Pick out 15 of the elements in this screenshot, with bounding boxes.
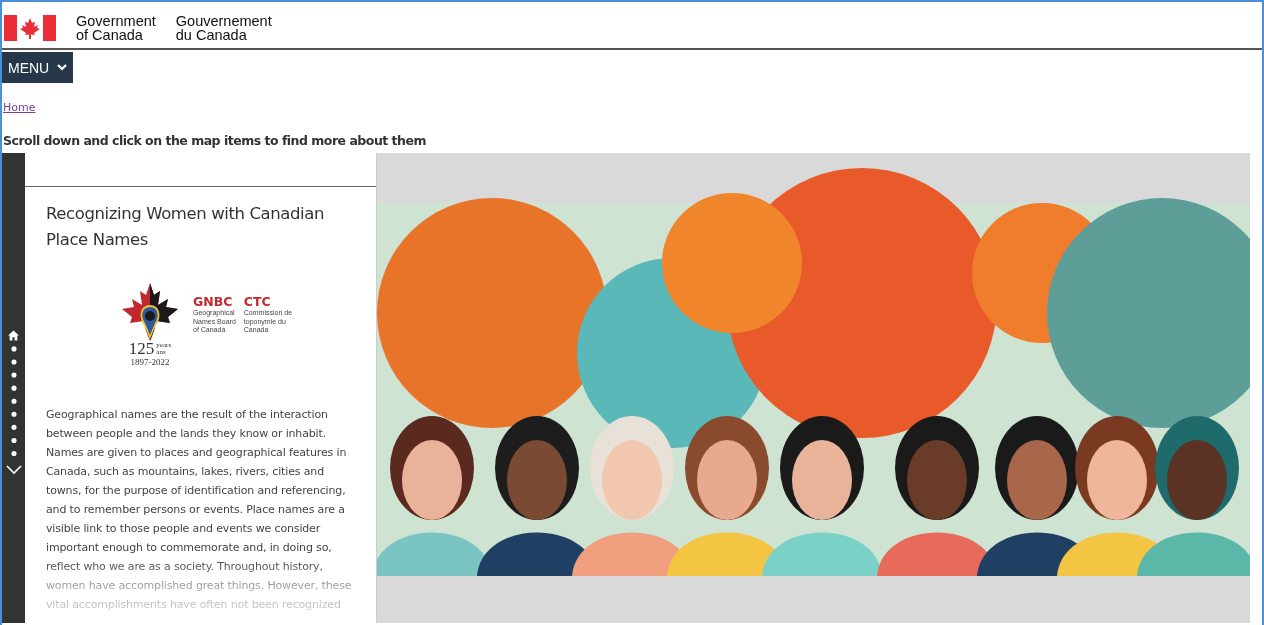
wordmark-french: Gouvernement du Canada bbox=[175, 14, 272, 42]
instruction-text: Scroll down and click on the map items to find more about them bbox=[2, 133, 427, 148]
anniversary-years: 1897-2022 bbox=[130, 357, 170, 367]
chevron-down-icon bbox=[57, 64, 68, 71]
anniversary-number: 125 bbox=[128, 341, 155, 357]
canada-flag-icon bbox=[4, 15, 56, 41]
maple-leaf-logo-icon bbox=[120, 281, 180, 341]
breadcrumb-link[interactable]: Home bbox=[3, 101, 36, 114]
menu-button[interactable]: MENU bbox=[2, 52, 73, 83]
home-icon[interactable] bbox=[8, 330, 19, 341]
logo-acronym: CTC bbox=[243, 295, 272, 309]
chevron-down-icon[interactable] bbox=[5, 465, 22, 475]
logo-acronym: GNBC bbox=[193, 295, 234, 309]
wordmark-english: Government of Canada bbox=[76, 14, 156, 42]
panel-title: Recognizing Women with Canadian Place Names bbox=[46, 203, 326, 251]
